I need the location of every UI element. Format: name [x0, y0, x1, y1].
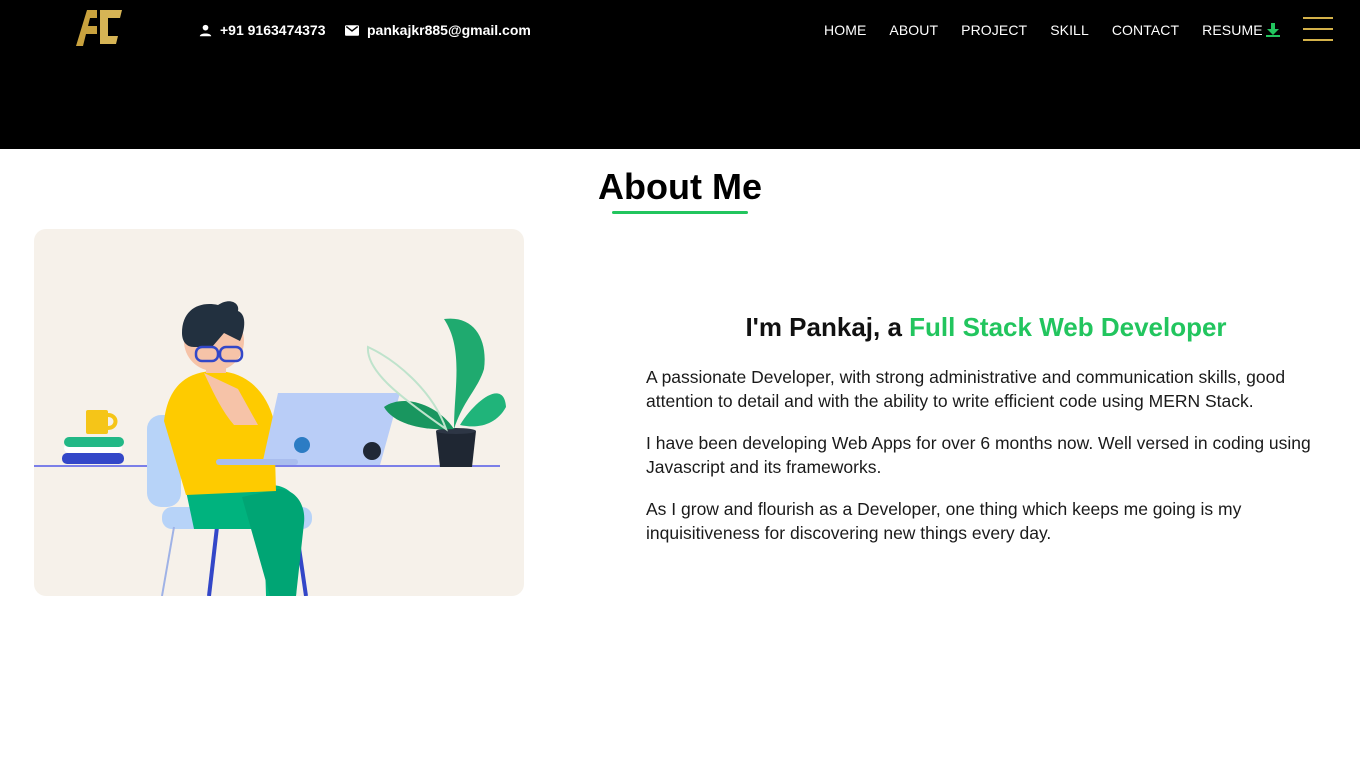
logo-icon[interactable]	[72, 6, 126, 48]
nav-contact[interactable]: CONTACT	[1112, 22, 1179, 38]
person-icon	[199, 24, 212, 36]
download-icon	[1265, 23, 1280, 37]
nav-resume[interactable]: RESUME	[1202, 22, 1280, 38]
about-title: About Me	[598, 166, 762, 207]
intro-prefix: I'm Pankaj, a	[745, 312, 910, 342]
hamburger-menu-icon[interactable]	[1303, 17, 1333, 41]
resume-label: RESUME	[1202, 22, 1263, 38]
email-address: pankajkr885@gmail.com	[367, 22, 531, 38]
main-nav: HOME ABOUT PROJECT SKILL CONTACT RESUME	[824, 20, 1280, 40]
nav-project[interactable]: PROJECT	[961, 22, 1027, 38]
phone-contact[interactable]: +91 9163474373	[199, 21, 326, 39]
title-underline	[612, 211, 748, 214]
developer-illustration	[34, 229, 524, 596]
intro-role: Full Stack Web Developer	[909, 312, 1227, 342]
about-paragraph-2: I have been developing Web Apps for over…	[646, 433, 1311, 477]
intro-heading: I'm Pankaj, a Full Stack Web Developer	[646, 312, 1326, 343]
nav-about[interactable]: ABOUT	[889, 22, 938, 38]
email-contact[interactable]: pankajkr885@gmail.com	[345, 21, 531, 39]
nav-home[interactable]: HOME	[824, 22, 866, 38]
about-paragraph-3: As I grow and flourish as a Developer, o…	[646, 499, 1242, 543]
about-paragraph-1: A passionate Developer, with strong admi…	[646, 367, 1286, 411]
phone-number: +91 9163474373	[220, 22, 326, 38]
nav-skill[interactable]: SKILL	[1050, 22, 1089, 38]
mail-icon	[345, 24, 359, 36]
top-header: +91 9163474373 pankajkr885@gmail.com HOM…	[0, 0, 1360, 149]
